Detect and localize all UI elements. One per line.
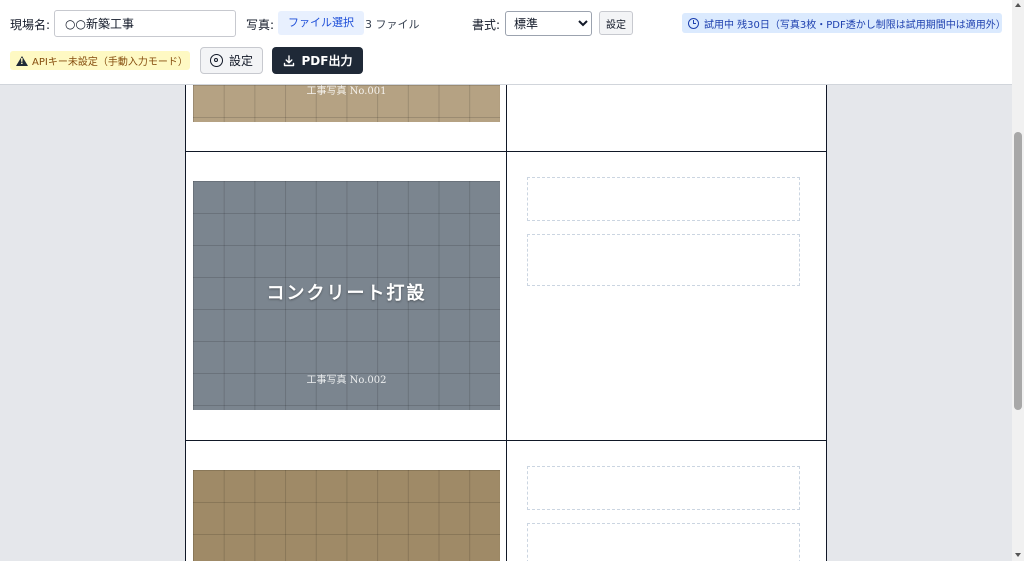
trial-status-badge: 試用中 残30日（写真3枚・PDF透かし制限は試用期間中は適用外）: [682, 13, 1002, 33]
site-name-input[interactable]: [54, 10, 236, 37]
photo-3-caption-field[interactable]: [527, 466, 800, 510]
scroll-down-icon[interactable]: [1015, 553, 1021, 557]
file-count: 3 ファイル: [365, 18, 420, 31]
file-select-button[interactable]: ファイル選択: [278, 11, 364, 35]
api-warning-text: APIキー未設定（手動入力モード）: [32, 57, 188, 68]
scroll-thumb[interactable]: [1014, 132, 1022, 410]
site-name-label: 現場名:: [10, 18, 51, 32]
format-label: 書式:: [472, 18, 501, 32]
photo-3[interactable]: [193, 470, 500, 561]
photo-2-caption-field[interactable]: [527, 177, 800, 221]
warning-triangle-icon: [16, 55, 28, 66]
column-divider: [506, 85, 507, 561]
pdf-export-label: PDF出力: [301, 54, 353, 68]
api-warning-badge: APIキー未設定（手動入力モード）: [10, 51, 190, 70]
row-divider: [186, 151, 826, 152]
photo-2[interactable]: コンクリート打設 工事写真 No.002: [193, 181, 500, 410]
row-divider: [186, 440, 826, 441]
pdf-export-button[interactable]: PDF出力: [272, 47, 363, 74]
photo-label: 写真:: [246, 18, 275, 32]
photo-number: 工事写真 No.002: [306, 375, 387, 386]
clock-icon: [688, 17, 699, 29]
photo-title: コンクリート打設: [266, 283, 427, 304]
trial-status-text: 試用中 残30日（写真3枚・PDF透かし制限は試用期間中は適用外）: [704, 19, 1002, 31]
download-icon: [283, 54, 295, 67]
photo-ledger-sheet: 工事写真 No.001 コンクリート打設 工事写真 No.002: [185, 85, 827, 561]
page-scrollbar[interactable]: [1012, 0, 1024, 561]
toolbar: 現場名: 写真: ファイル選択 3 ファイル 書式: 標準 設定 試用中 残30…: [0, 0, 1012, 85]
photo-1[interactable]: 工事写真 No.001: [193, 85, 500, 122]
format-select[interactable]: 標準: [505, 11, 592, 36]
settings-button-label: 設定: [228, 54, 253, 68]
photo-number: 工事写真 No.001: [306, 86, 387, 97]
settings-button[interactable]: 設定: [200, 47, 263, 74]
format-settings-button[interactable]: 設定: [599, 11, 633, 35]
photo-3-note-field[interactable]: [527, 523, 800, 561]
scroll-up-icon[interactable]: [1015, 3, 1021, 7]
photo-2-note-field[interactable]: [527, 234, 800, 286]
gear-icon: [209, 54, 223, 67]
